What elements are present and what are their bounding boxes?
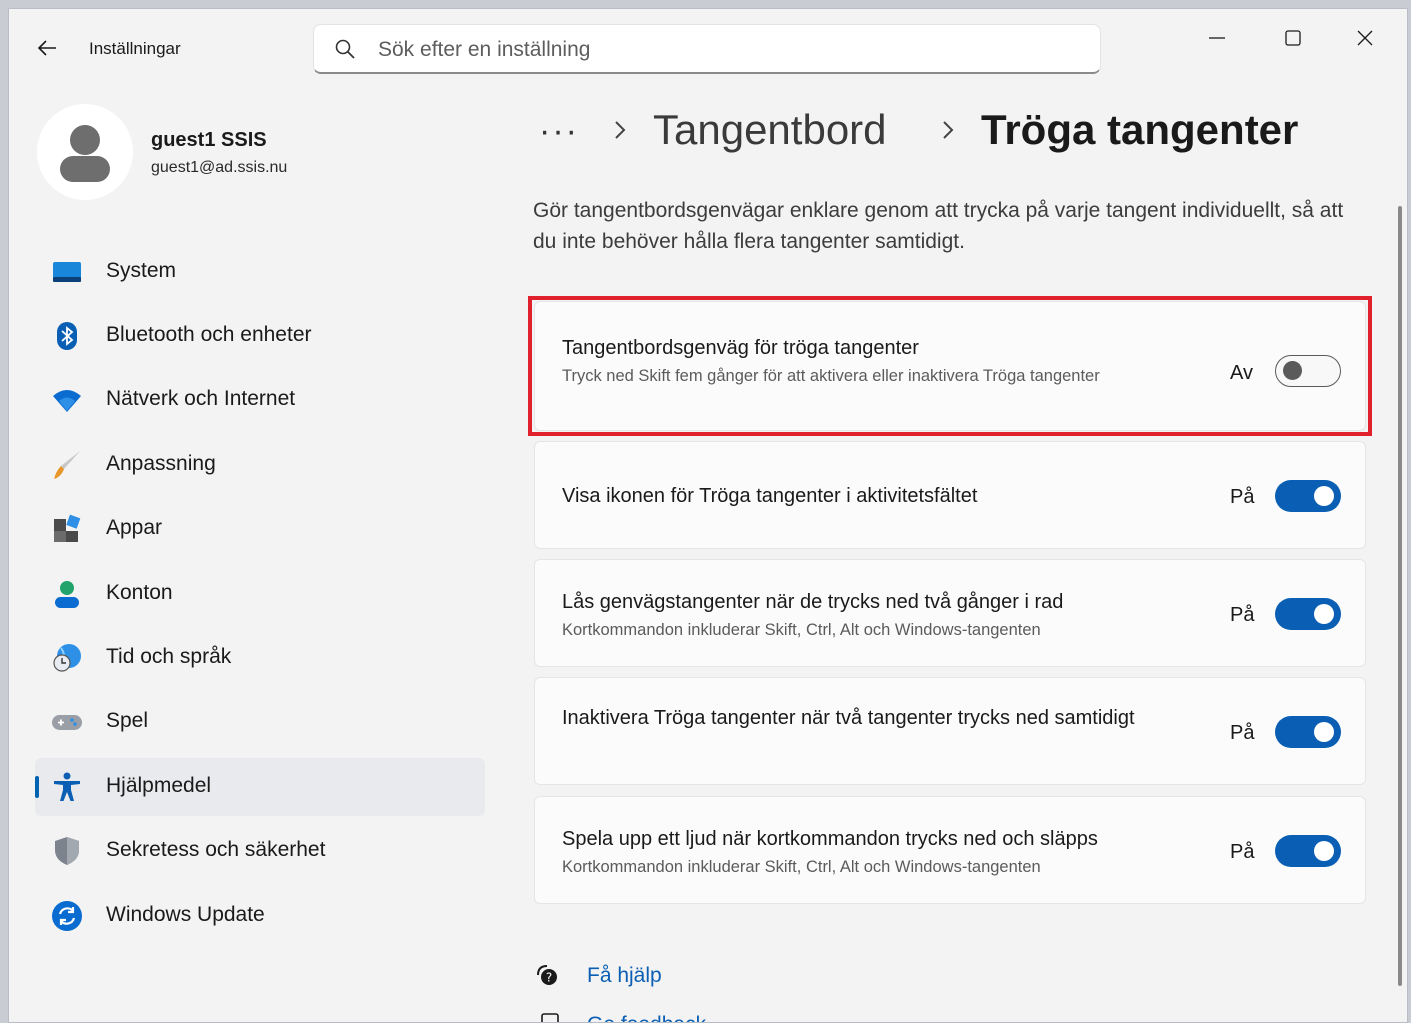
setting-subtitle: Kortkommandon inkluderar Skift, Ctrl, Al… [562, 858, 1041, 876]
sidebar-item-label: Windows Update [106, 903, 265, 926]
search-input[interactable]: Sök efter en inställning [378, 38, 590, 62]
sidebar-item-label: Tid och språk [106, 645, 232, 668]
sidebar-item-system[interactable]: System [35, 243, 485, 301]
sidebar-item-personalization[interactable]: Anpassning [35, 436, 485, 494]
settings-window: Inställningar Sök efter en inställning g… [8, 8, 1408, 1023]
sidebar-item-label: Anpassning [106, 452, 216, 475]
toggle-switch[interactable] [1275, 716, 1341, 748]
sidebar-item-label: Hjälpmedel [106, 774, 212, 797]
globe-clock-icon [51, 642, 83, 674]
app-title: Inställningar [89, 39, 181, 58]
wifi-icon [51, 384, 83, 416]
sidebar-item-privacy[interactable]: Sekretess och säkerhet [35, 822, 485, 880]
user-email: guest1@ad.ssis.nu [151, 159, 288, 176]
setting-title: Lås genvägstangenter när de trycks ned t… [562, 591, 1064, 613]
sidebar-item-apps[interactable]: Appar [35, 500, 485, 558]
setting-title: Inaktivera Tröga tangenter när två tange… [562, 707, 1135, 729]
sidebar-item-label: Appar [106, 516, 163, 539]
setting-subtitle: Kortkommandon inkluderar Skift, Ctrl, Al… [562, 621, 1041, 639]
active-indicator [35, 776, 39, 798]
setting-card: Spela upp ett ljud när kortkommandon try… [534, 796, 1366, 904]
search-box[interactable]: Sök efter en inställning [313, 24, 1101, 74]
account-icon [51, 578, 83, 610]
sidebar-item-network[interactable]: Nätverk och Internet [35, 371, 485, 429]
user-name: guest1 SSIS [151, 129, 267, 151]
avatar[interactable] [37, 104, 133, 200]
close-button[interactable] [1345, 23, 1385, 53]
feedback-icon [541, 1013, 559, 1022]
toggle-state-label: På [1230, 604, 1255, 626]
breadcrumb-more-button[interactable]: ··· [539, 112, 579, 151]
toggle-state-label: På [1230, 722, 1255, 744]
update-icon [51, 900, 83, 932]
toggle-switch[interactable] [1275, 480, 1341, 512]
gamepad-icon [51, 706, 83, 738]
sidebar-item-time-language[interactable]: Tid och språk [35, 629, 485, 687]
breadcrumb-parent[interactable]: Tangentbord [653, 106, 887, 154]
setting-card: Visa ikonen för Tröga tangenter i aktivi… [534, 441, 1366, 549]
chevron-right-icon [941, 117, 955, 149]
search-icon [334, 38, 356, 60]
toggle-switch[interactable] [1275, 598, 1341, 630]
sidebar-item-label: Sekretess och säkerhet [106, 838, 326, 861]
sidebar-item-label: Spel [106, 709, 149, 732]
system-icon [51, 256, 83, 288]
highlight-box [528, 296, 1372, 436]
back-arrow-icon[interactable] [35, 37, 59, 61]
sidebar-item-bluetooth[interactable]: Bluetooth och enheter [35, 307, 485, 365]
sidebar-item-label: Nätverk och Internet [106, 387, 296, 410]
scrollbar[interactable] [1398, 206, 1402, 986]
bluetooth-icon [51, 320, 83, 352]
sidebar-item-windows-update[interactable]: Windows Update [35, 887, 485, 945]
svg-text:?: ? [546, 971, 552, 985]
sidebar-item-label: Konton [106, 581, 173, 604]
chevron-right-icon [613, 117, 627, 149]
sidebar-item-gaming[interactable]: Spel [35, 693, 485, 751]
toggle-state-label: På [1230, 486, 1255, 508]
page-title: Tröga tangenter [981, 106, 1299, 153]
brush-icon [51, 449, 83, 481]
setting-card: Inaktivera Tröga tangenter när två tange… [534, 677, 1366, 785]
setting-title: Visa ikonen för Tröga tangenter i aktivi… [562, 485, 978, 507]
apps-icon [51, 513, 83, 545]
toggle-state-label: På [1230, 841, 1255, 863]
minimize-button[interactable] [1197, 23, 1237, 53]
help-icon: ? [535, 963, 559, 987]
sidebar-item-accessibility[interactable]: Hjälpmedel [35, 758, 485, 816]
shield-icon [51, 835, 83, 867]
page-description: Gör tangentbordsgenvägar enklare genom a… [533, 199, 1344, 253]
toggle-switch[interactable] [1275, 835, 1341, 867]
give-feedback-link[interactable]: Ge feedback [587, 1013, 706, 1022]
get-help-link[interactable]: Få hjälp [587, 964, 662, 988]
sidebar-item-accounts[interactable]: Konton [35, 565, 485, 623]
maximize-button[interactable] [1273, 23, 1313, 53]
setting-title: Spela upp ett ljud när kortkommandon try… [562, 828, 1098, 850]
setting-card: Lås genvägstangenter när de trycks ned t… [534, 559, 1366, 667]
sidebar-item-label: System [106, 259, 177, 282]
sidebar-item-label: Bluetooth och enheter [106, 323, 312, 346]
accessibility-icon [51, 771, 83, 803]
